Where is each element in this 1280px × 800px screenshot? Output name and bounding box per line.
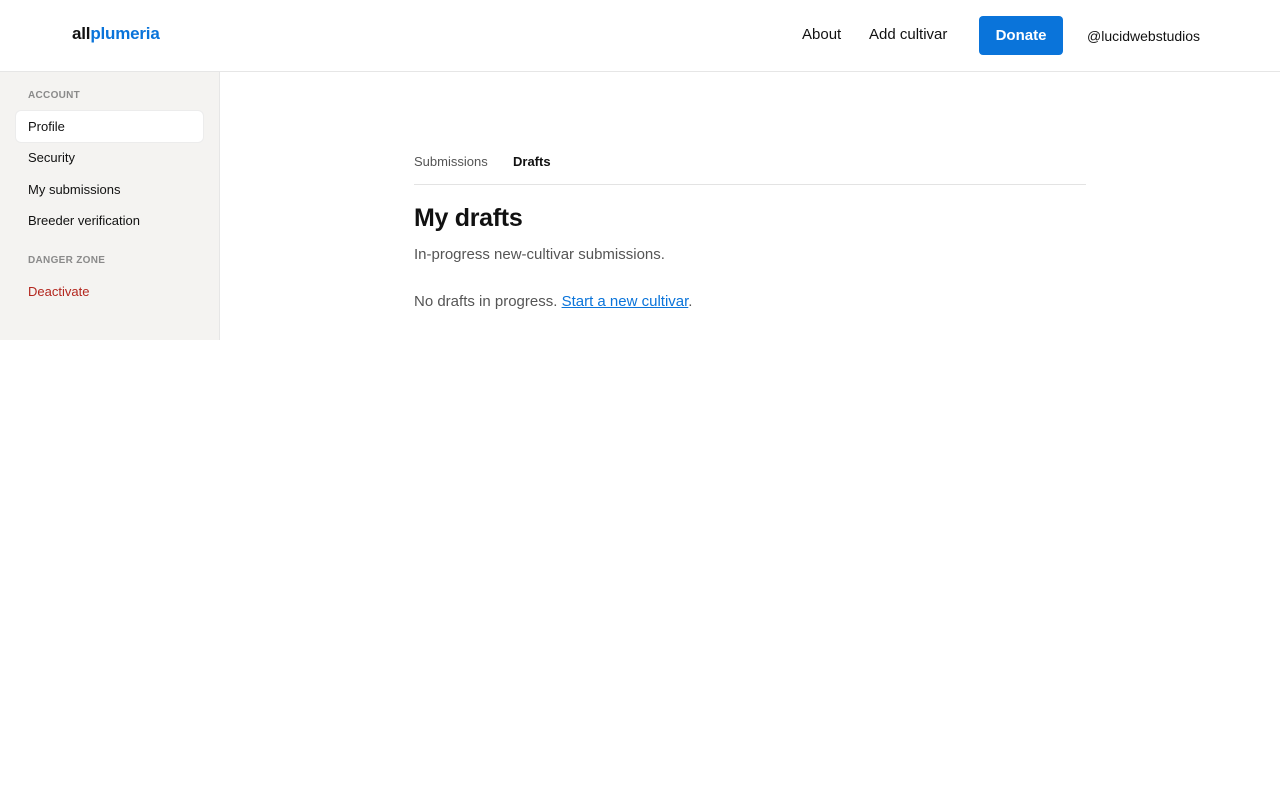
empty-state-text: No drafts in progress. xyxy=(414,293,562,310)
page-subtitle: In-progress new-cultivar submissions. xyxy=(414,246,665,263)
sidebar-heading-account: ACCOUNT xyxy=(28,90,81,101)
submission-tabs: Submissions Drafts xyxy=(414,140,1086,185)
main-content: Submissions Drafts My drafts In-progress… xyxy=(414,140,1086,310)
sidebar-heading-danger-zone: DANGER ZONE xyxy=(28,255,106,266)
page-title: My drafts xyxy=(414,204,523,232)
logo-text-all: all xyxy=(72,24,91,43)
account-sidebar: ACCOUNT Profile Security My submissions … xyxy=(0,72,220,340)
start-new-cultivar-link[interactable]: Start a new cultivar xyxy=(562,293,689,310)
sidebar-item-my-submissions[interactable]: My submissions xyxy=(16,174,203,205)
empty-state-suffix: . xyxy=(688,293,693,310)
user-account-link[interactable]: @lucidwebstudios xyxy=(1087,28,1200,44)
logo-text-plumeria: plumeria xyxy=(90,24,160,43)
tab-submissions[interactable]: Submissions xyxy=(414,154,488,169)
donate-button[interactable]: Donate xyxy=(979,16,1063,55)
sidebar-item-profile[interactable]: Profile xyxy=(16,111,203,142)
nav-about-link[interactable]: About xyxy=(802,26,841,43)
sidebar-item-breeder-verification[interactable]: Breeder verification xyxy=(16,205,203,236)
site-logo[interactable]: allplumeria xyxy=(72,24,160,44)
sidebar-item-security[interactable]: Security xyxy=(16,142,203,173)
empty-state-message: No drafts in progress. Start a new culti… xyxy=(414,293,692,310)
tab-drafts[interactable]: Drafts xyxy=(513,154,551,169)
sidebar-item-deactivate[interactable]: Deactivate xyxy=(16,276,203,307)
nav-add-cultivar-link[interactable]: Add cultivar xyxy=(869,26,947,43)
top-header: allplumeria About Add cultivar Donate @l… xyxy=(0,0,1280,72)
